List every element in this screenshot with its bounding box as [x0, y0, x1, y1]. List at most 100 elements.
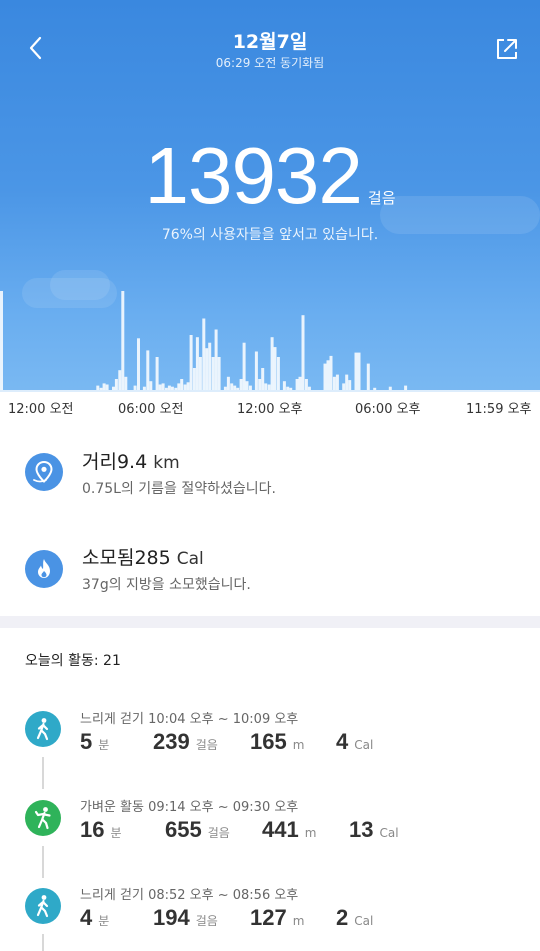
calories-value: 4	[336, 729, 349, 754]
chart-bar	[261, 368, 265, 390]
calories-unit: Cal	[379, 826, 399, 840]
chart-bar	[137, 338, 140, 390]
activity-summary-count: 21	[103, 653, 121, 669]
chart-bar	[198, 357, 202, 390]
calories-title: 소모됨285 Cal	[82, 543, 204, 570]
duration-unit: 분	[98, 914, 110, 928]
x-tick-label: 11:59 오후	[466, 402, 532, 417]
activity-calories: 4 Cal	[336, 729, 373, 755]
calories-unit: Cal	[354, 914, 374, 928]
timeline-connector	[42, 846, 44, 878]
distance-unit: m	[292, 738, 305, 752]
activity-distance: 441 m	[262, 817, 316, 843]
chart-bar	[118, 370, 122, 390]
chart-bar	[239, 379, 243, 390]
x-tick-label: 06:00 오전	[118, 402, 184, 417]
chart-bar	[342, 383, 346, 390]
percentile-text: 76%의 사용자들을 앞서고 있습니다.	[161, 227, 379, 243]
chart-bar	[366, 363, 370, 390]
chart-bar	[114, 379, 118, 390]
duration-value: 5	[80, 729, 93, 754]
distance-title: 거리9.4 km	[82, 447, 180, 474]
activity-duration: 5분	[80, 729, 109, 755]
timeline-connector	[42, 757, 44, 789]
activity-steps: 194 걸음	[153, 905, 218, 931]
section-divider	[0, 616, 540, 628]
chart-bar	[205, 348, 209, 390]
chart-bar	[273, 347, 277, 390]
steps-value: 655	[165, 817, 202, 842]
chart-bar	[121, 291, 125, 390]
activity-type: 가벼운 활동	[80, 800, 144, 815]
distance-unit: km	[153, 453, 180, 473]
share-icon	[497, 39, 517, 59]
chart-bar	[192, 368, 196, 390]
activity-calories: 13 Cal	[349, 817, 399, 843]
distance-label: 거리	[82, 451, 117, 473]
activity-steps: 239 걸음	[153, 729, 218, 755]
flame-icon	[25, 550, 63, 588]
chart-bar	[276, 357, 280, 390]
distance-value: 165	[250, 729, 287, 754]
activity-description: 가벼운 활동 09:14 오후 ~ 09:30 오후	[80, 796, 298, 815]
activity-duration: 16 분	[80, 817, 122, 843]
calories-value: 285	[134, 547, 171, 569]
chart-bar	[149, 381, 153, 390]
chart-bar	[345, 374, 349, 390]
walking-icon	[25, 711, 61, 747]
share-button[interactable]	[492, 34, 522, 64]
chart-bar	[155, 357, 159, 390]
calories-value: 13	[349, 817, 374, 842]
chart-bar	[202, 318, 206, 390]
step-count-unit: 걸음	[367, 189, 396, 207]
steps-unit: 걸음	[207, 826, 230, 840]
activity-summary: 오늘의 활동: 21	[25, 650, 121, 670]
distance-value: 127	[250, 905, 287, 930]
chart-bar	[329, 355, 333, 390]
chart-bar	[301, 315, 305, 390]
steps-value: 194	[153, 905, 190, 930]
chart-bar	[226, 376, 230, 390]
chart-bar	[0, 291, 3, 390]
timeline-connector	[42, 934, 44, 951]
step-count: 13932 걸음	[0, 130, 540, 222]
x-tick-label: 12:00 오후	[237, 402, 303, 417]
activity-description: 느리게 걷기 08:52 오후 ~ 08:56 오후	[80, 884, 298, 903]
step-count-value: 13932	[144, 131, 362, 220]
steps-value: 239	[153, 729, 190, 754]
light-activity-icon	[25, 800, 61, 836]
steps-unit: 걸음	[195, 738, 218, 752]
chart-bar	[161, 383, 165, 390]
chart-bar	[245, 381, 249, 390]
chart-bar	[195, 337, 199, 390]
steps-unit: 걸음	[195, 914, 218, 928]
chart-bar	[124, 376, 128, 390]
chart-bar	[304, 379, 308, 390]
page-title: 12월7일	[232, 31, 308, 53]
chart-bar	[217, 357, 221, 390]
distance-subtitle: 0.75L의 기름을 절약하셨습니다.	[82, 481, 277, 497]
activity-type: 느리게 걷기	[80, 712, 144, 727]
sync-status: 06:29 오전 동기화됨	[215, 56, 325, 70]
duration-value: 16	[80, 817, 105, 842]
activity-duration: 4분	[80, 905, 109, 931]
calories-card[interactable]: 소모됨285 Cal 37g의 지방을 소모했습니다.	[0, 528, 540, 618]
calories-unit: Cal	[354, 738, 374, 752]
activity-time: 10:04 오후 ~ 10:09 오후	[148, 712, 299, 727]
chart-bar	[295, 379, 299, 390]
step-summary-header: 12월7일 06:29 오전 동기화됨 13932 걸음 76%의 사용자들을 앞…	[0, 0, 540, 422]
chart-bar	[214, 329, 218, 390]
distance-unit: m	[304, 826, 317, 840]
chart-bar	[102, 383, 106, 390]
chart-bar	[189, 335, 193, 390]
distance-card[interactable]: 거리9.4 km 0.75L의 기름을 절약하셨습니다.	[0, 430, 540, 520]
activity-time: 09:14 오후 ~ 09:30 오후	[148, 800, 299, 815]
activity-description: 느리게 걷기 10:04 오후 ~ 10:09 오후	[80, 708, 298, 727]
chart-bar	[186, 382, 190, 390]
chart-bar	[146, 350, 150, 390]
chart-bar	[323, 363, 327, 390]
activity-time: 08:52 오후 ~ 08:56 오후	[148, 888, 299, 903]
chart-bar	[180, 379, 184, 390]
chart-time-axis: 12:00 오전 06:00 오전 12:00 오후 06:00 오후 11:5…	[0, 392, 540, 422]
chart-bar	[270, 337, 274, 390]
